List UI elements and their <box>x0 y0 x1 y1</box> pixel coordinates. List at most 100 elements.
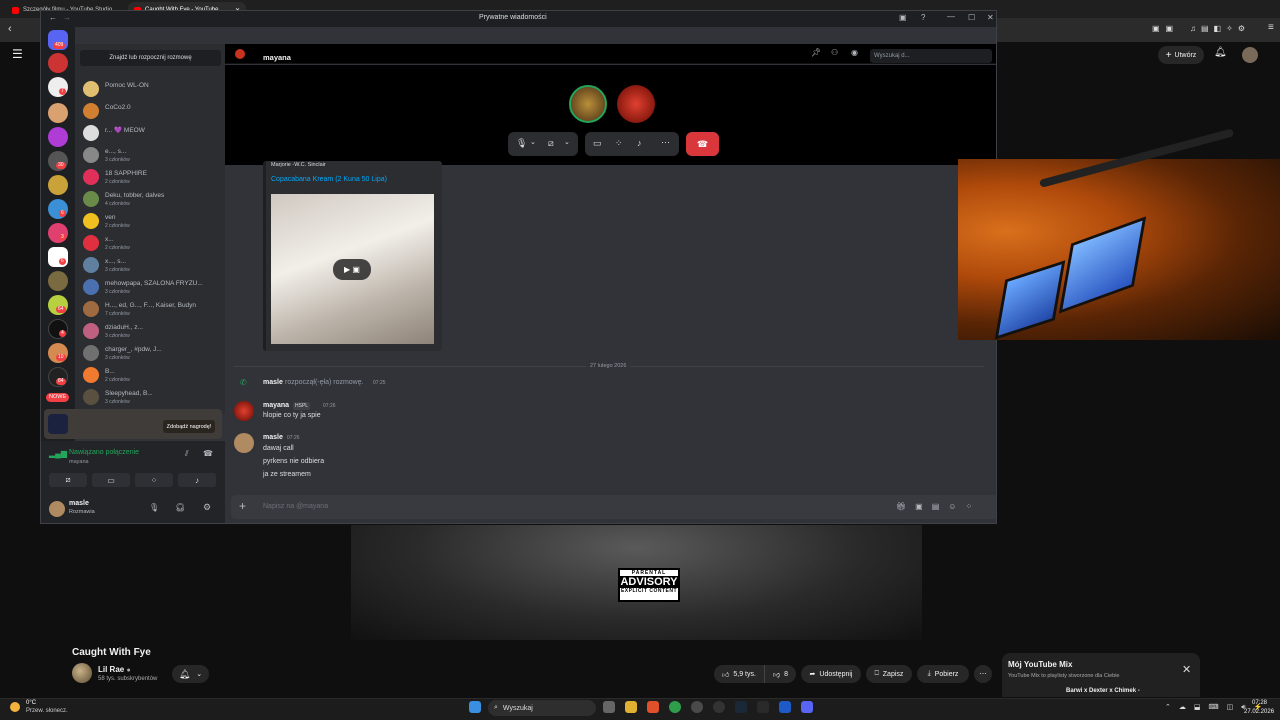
task-view-icon[interactable] <box>603 701 615 713</box>
brave-browser-icon[interactable] <box>647 701 659 713</box>
server-icon[interactable] <box>48 77 68 97</box>
dm-item[interactable]: 18 SAPPHIRE 2 członków <box>83 167 223 189</box>
account-avatar[interactable] <box>1242 47 1258 63</box>
back-arrow-icon[interactable]: ← <box>49 13 57 22</box>
dm-item[interactable]: ven 2 członków <box>83 211 223 233</box>
camera-off-icon[interactable]: ⧄ <box>548 138 554 149</box>
server-tag-badge[interactable]: HSPL <box>293 402 311 410</box>
pin-icon[interactable]: 📌︎ <box>811 48 821 57</box>
mix-close-icon[interactable]: ✕ <box>1182 663 1191 676</box>
dm-item[interactable]: B... 2 członków <box>83 365 223 387</box>
maximize-icon[interactable]: ☐ <box>968 13 975 22</box>
steam-icon[interactable] <box>735 701 747 713</box>
dm-item[interactable]: Sleepyhead, B... 3 członków <box>83 387 223 409</box>
dm-item[interactable]: r... 💜 MEOW <box>83 123 223 145</box>
soundboard-button[interactable]: ♪ <box>178 473 216 487</box>
screenshare-icon[interactable]: ▭ <box>593 138 602 149</box>
disconnect-icon[interactable]: ☎ <box>203 449 213 458</box>
message-author[interactable]: mayana <box>263 402 289 409</box>
server-icon[interactable] <box>48 199 68 219</box>
dm-item[interactable]: e..., s... 3 członków <box>83 145 223 167</box>
dm-item[interactable]: x... 2 członków <box>83 233 223 255</box>
like-button[interactable]: 👍︎ 5,9 tys. <box>714 665 764 683</box>
dm-item[interactable]: charger_, #pdw, J... 3 członków <box>83 343 223 365</box>
embed-title-link[interactable]: Copacabana Kream (2 Kuna 50 Lipa) <box>271 176 387 183</box>
more-dots-icon[interactable]: ⋯ <box>661 137 670 148</box>
message-author[interactable]: masle <box>263 434 283 441</box>
taskbar-search[interactable]: ⌕ Wyszukaj <box>488 700 596 716</box>
hang-up-button[interactable]: ☎ <box>686 132 719 156</box>
activities-button[interactable]: ⁘ <box>135 473 173 487</box>
server-icon[interactable] <box>48 127 68 147</box>
weather-description[interactable]: Przew. słonecz. <box>26 708 68 714</box>
terminal-icon[interactable] <box>757 701 769 713</box>
weather-sun-icon[interactable] <box>10 702 20 712</box>
settings-gear-icon[interactable]: ⚙ <box>203 502 211 513</box>
inbox-icon[interactable]: ▣ <box>899 13 907 22</box>
chrome-icon[interactable] <box>669 701 681 713</box>
activities-icon[interactable]: ⁘ <box>615 138 623 149</box>
channel-name[interactable]: Lil Rae ● <box>98 665 131 674</box>
channel-avatar[interactable] <box>72 663 92 683</box>
dm-item[interactable]: mehowpapa, SZALONA FRYZU... 3 członków <box>83 277 223 299</box>
dm-item[interactable]: CoCo2.0 <box>83 101 223 123</box>
help-icon[interactable]: ? <box>921 13 925 22</box>
server-icon[interactable] <box>48 103 68 123</box>
minimize-icon[interactable]: — <box>947 12 955 21</box>
save-button[interactable]: ⎕ Zapisz <box>866 665 912 683</box>
play-video-button[interactable]: ▶ ▣ <box>333 259 371 280</box>
more-actions-button[interactable]: ⋯ <box>974 665 992 683</box>
browser-menu-icons[interactable]: ♫▤◧✧⚙ <box>1190 24 1250 33</box>
user-avatar[interactable] <box>49 501 65 517</box>
obs-icon[interactable] <box>713 701 725 713</box>
subscription-bell-button[interactable]: 🔔︎ ⌄ <box>172 665 209 683</box>
message-avatar[interactable] <box>234 401 254 421</box>
find-conversation-button[interactable]: Znajdź lub rozpocznij rozmowę <box>80 50 221 66</box>
forward-arrow-icon[interactable]: → <box>63 13 71 22</box>
microphone-icon[interactable]: 🎙︎ <box>149 503 159 512</box>
message-composer[interactable] <box>231 495 996 519</box>
participant-avatar[interactable] <box>617 85 655 123</box>
share-button[interactable]: ➦ Udostępnij <box>801 665 861 683</box>
server-icon[interactable] <box>48 223 68 243</box>
dm-item[interactable]: Pomoc WL-ON <box>83 79 223 101</box>
chat-search-input[interactable]: Wyszukaj d... <box>870 49 992 63</box>
discord-icon[interactable] <box>801 701 813 713</box>
add-friends-icon[interactable]: ⚇ <box>831 48 838 57</box>
file-explorer-icon[interactable] <box>625 701 637 713</box>
server-icon[interactable] <box>48 319 68 339</box>
call-started-author[interactable]: masle <box>263 379 283 386</box>
server-icon[interactable] <box>48 175 68 195</box>
claim-reward-button[interactable]: Zdobądź nagrodę! <box>163 420 215 433</box>
dislike-button[interactable]: 👎︎ 8 <box>764 665 796 683</box>
microphone-icon[interactable]: 🎙︎ <box>516 138 527 149</box>
screenshare-button[interactable]: ▭ <box>92 473 130 487</box>
server-icon[interactable] <box>48 271 68 291</box>
taskbar-clock-date[interactable]: 27.02.2026 <box>1244 709 1274 715</box>
noise-suppression-icon[interactable]: ⫽ <box>185 449 189 459</box>
attach-plus-icon[interactable]: + <box>239 499 246 513</box>
chevron-down-icon[interactable]: ⌄ <box>530 138 536 146</box>
notifications-bell-icon[interactable]: 🔔︎ <box>1214 47 1227 58</box>
close-window-icon[interactable]: ✕ <box>987 13 994 22</box>
vs-code-icon[interactable] <box>779 701 791 713</box>
hamburger-menu-icon[interactable]: ☰ <box>12 47 23 61</box>
participant-avatar[interactable] <box>569 85 607 123</box>
soundboard-icon[interactable]: ♪ <box>637 138 642 148</box>
back-icon[interactable]: ‹ <box>8 23 12 35</box>
dm-item[interactable]: Deku, tobber, dalves 4 członków <box>83 189 223 211</box>
weather-temperature[interactable]: 0°C <box>26 700 36 706</box>
composer-tools-icons[interactable]: 🎁︎▣▤☺⁘ <box>896 502 981 511</box>
app-icon[interactable] <box>691 701 703 713</box>
start-windows-icon[interactable] <box>469 701 481 713</box>
server-icon[interactable] <box>48 53 68 73</box>
mix-playlist-item[interactable]: Barwi x Dexter x Chimek - <box>1066 688 1140 694</box>
headphones-icon[interactable]: 🎧︎ <box>175 503 185 512</box>
create-button[interactable]: + Utwórz <box>1158 46 1204 64</box>
chevron-down-icon[interactable]: ⌄ <box>564 138 570 146</box>
extensions-icon[interactable]: ▣▣ <box>1152 24 1179 33</box>
dm-item[interactable]: dziaduH., z... 3 członków <box>83 321 223 343</box>
dm-item[interactable]: x..., s... 3 członków <box>83 255 223 277</box>
download-button[interactable]: ⤓ Pobierz <box>917 665 969 683</box>
camera-button[interactable]: ⧄ <box>49 473 87 487</box>
